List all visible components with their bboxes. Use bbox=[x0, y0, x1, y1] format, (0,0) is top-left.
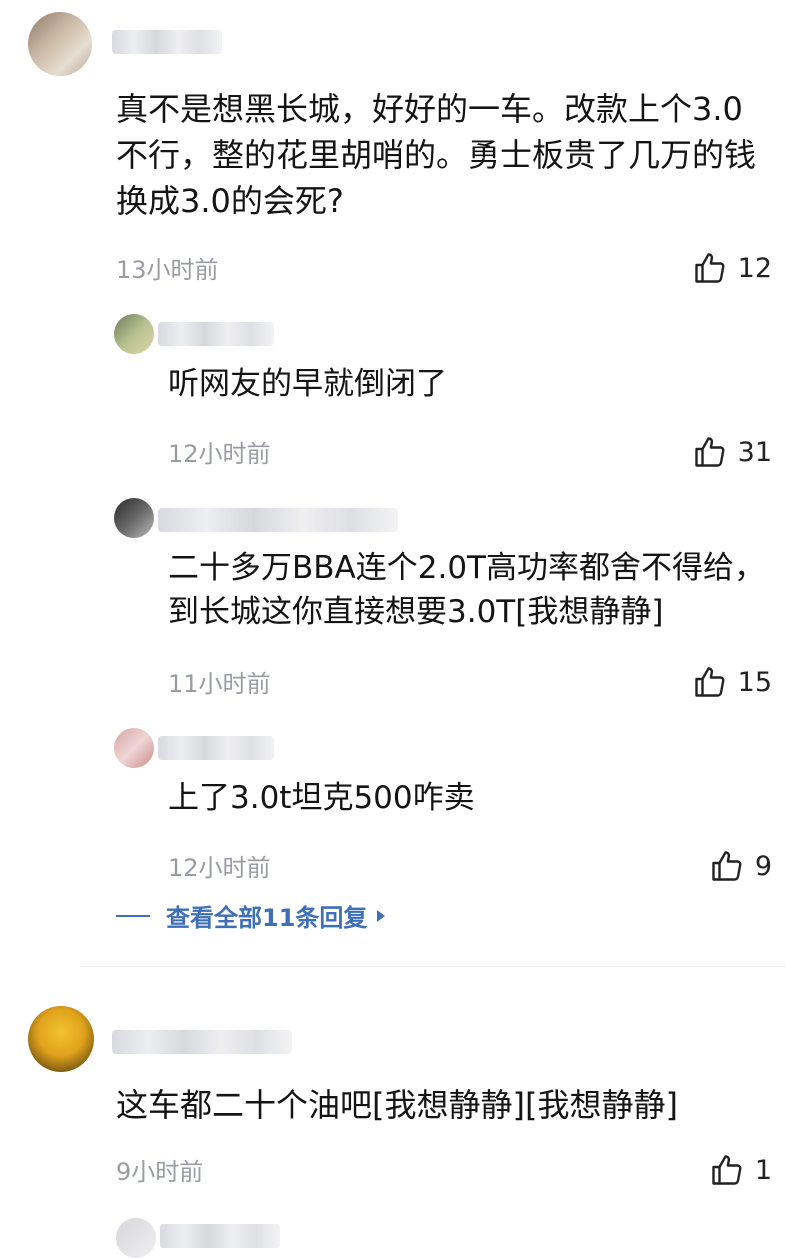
comment-text: 这车都二十个油吧[我想静静][我想静静] bbox=[116, 1086, 678, 1124]
username[interactable] bbox=[158, 736, 274, 760]
view-all-replies-label: 查看全部11条回复 bbox=[166, 904, 368, 932]
reply-time: 12小时前 bbox=[168, 854, 271, 882]
like-button[interactable]: 9 bbox=[709, 848, 772, 884]
username[interactable] bbox=[158, 508, 398, 532]
username[interactable] bbox=[158, 322, 274, 346]
avatar[interactable] bbox=[28, 12, 92, 76]
thumbs-up-icon bbox=[712, 851, 742, 881]
like-button[interactable]: 12 bbox=[692, 250, 772, 286]
username[interactable] bbox=[160, 1224, 280, 1248]
like-count: 1 bbox=[754, 1154, 772, 1186]
avatar[interactable] bbox=[116, 1218, 156, 1258]
comment-time: 9小时前 bbox=[116, 1158, 204, 1186]
avatar[interactable] bbox=[114, 498, 154, 538]
divider-dash bbox=[116, 914, 150, 917]
like-count: 12 bbox=[737, 252, 772, 284]
avatar[interactable] bbox=[114, 314, 154, 354]
thumbs-up-icon bbox=[694, 253, 725, 283]
reply-time: 12小时前 bbox=[168, 440, 271, 468]
reply-text: 上了3.0t坦克500咋卖 bbox=[168, 780, 475, 816]
comment-time: 13小时前 bbox=[116, 256, 219, 284]
comment-text: 真不是想黑长城，好好的一车。改款上个3.0不行，整的花里胡哨的。勇士板贵了几万的… bbox=[116, 90, 757, 220]
thumbs-up-icon bbox=[712, 1155, 742, 1185]
like-count: 31 bbox=[737, 436, 772, 468]
reply-time: 11小时前 bbox=[168, 670, 271, 698]
like-button[interactable]: 31 bbox=[692, 434, 772, 470]
reply-text: 听网友的早就倒闭了 bbox=[168, 366, 447, 402]
thumbs-up-icon bbox=[694, 667, 725, 697]
caret-right-icon bbox=[377, 909, 386, 922]
like-count: 9 bbox=[754, 850, 772, 882]
username[interactable] bbox=[112, 1030, 292, 1054]
like-button[interactable]: 1 bbox=[709, 1152, 772, 1188]
comment-divider bbox=[80, 966, 786, 967]
reply-text: 二十多万BBA连个2.0T高功率都舍不得给，到长城这你直接想要3.0T[我想静静… bbox=[168, 550, 765, 630]
like-count: 15 bbox=[737, 666, 772, 698]
avatar[interactable] bbox=[114, 728, 154, 768]
thumbs-up-icon bbox=[694, 437, 725, 467]
view-all-replies-link[interactable]: 查看全部11条回复 bbox=[116, 898, 387, 933]
username[interactable] bbox=[112, 30, 222, 54]
like-button[interactable]: 15 bbox=[692, 664, 772, 700]
avatar[interactable] bbox=[28, 1006, 94, 1072]
